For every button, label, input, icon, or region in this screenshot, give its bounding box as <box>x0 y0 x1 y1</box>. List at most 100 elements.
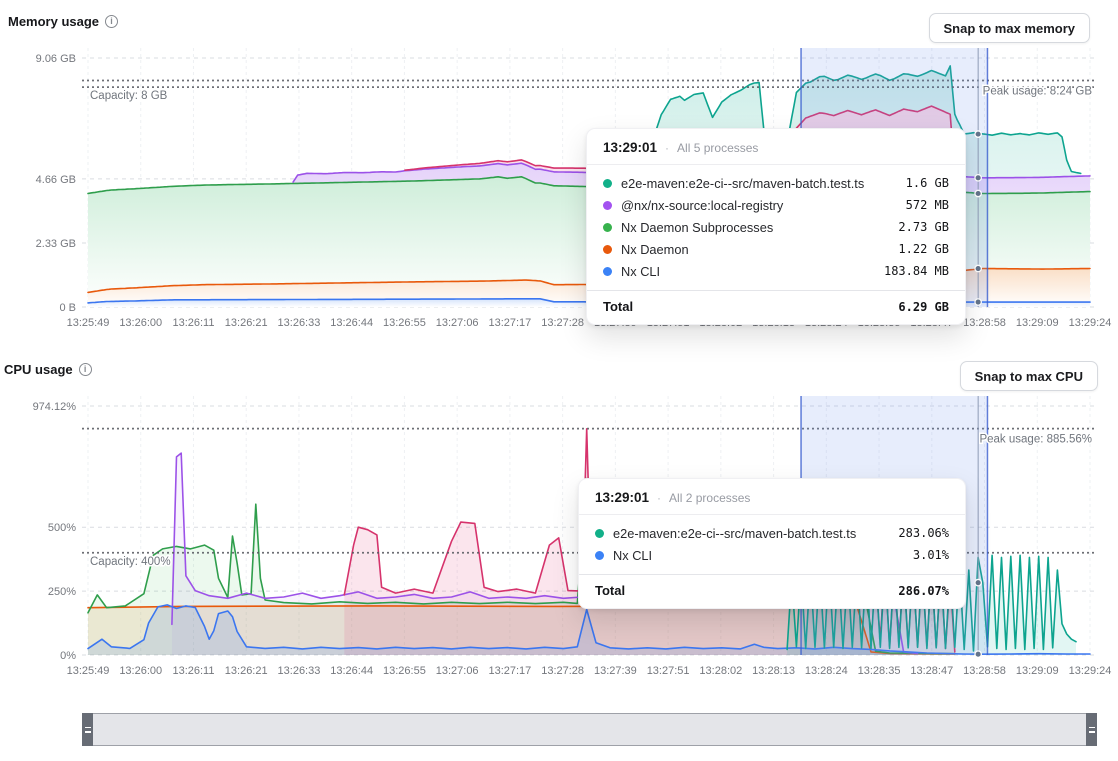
x-axis-tick-label: 13:27:17 <box>488 665 531 677</box>
tooltip-total-value: 286.07% <box>898 584 949 598</box>
tooltip-time: 13:29:01 <box>595 490 649 505</box>
x-axis-tick-label: 13:29:09 <box>1016 665 1059 677</box>
profiler-page: { "memory_section": { "title": "Memory u… <box>0 0 1118 761</box>
x-axis-tick-label: 13:28:13 <box>752 665 795 677</box>
series-color-dot-icon <box>595 529 604 538</box>
series-color-dot-icon <box>603 245 612 254</box>
cpu-tooltip: 13:29:01 · All 2 processes e2e-maven:e2e… <box>578 478 966 609</box>
y-axis-tick-label: 9.06 GB <box>36 53 76 65</box>
y-axis-tick-label: 4.66 GB <box>36 174 76 186</box>
cpu-usage-section: CPU usage Snap to max CPU 13:25:4913:26:… <box>0 348 1118 688</box>
x-axis-tick-label: 13:29:24 <box>1069 317 1112 329</box>
memory-tooltip: 13:29:01 · All 5 processes e2e-maven:e2e… <box>586 128 966 325</box>
x-axis-tick-label: 13:29:09 <box>1016 317 1059 329</box>
x-axis-tick-label: 13:26:44 <box>330 317 373 329</box>
memory-usage-section: Memory usage Snap to max memory 13:25:49… <box>0 0 1118 340</box>
cpu-tooltip-total-row: Total 286.07% <box>579 574 965 608</box>
process-value: 572 MB <box>906 198 949 212</box>
x-axis-tick-label: 13:26:33 <box>278 317 321 329</box>
x-axis-tick-label: 13:27:28 <box>541 665 584 677</box>
process-value: 1.22 GB <box>898 242 949 256</box>
x-axis-tick-label: 13:27:51 <box>647 665 690 677</box>
process-value: 2.73 GB <box>898 220 949 234</box>
x-axis-tick-label: 13:27:39 <box>594 665 637 677</box>
tooltip-separator: · <box>657 491 661 505</box>
x-axis-tick-label: 13:27:06 <box>436 665 479 677</box>
x-axis-tick-label: 13:28:35 <box>858 665 901 677</box>
series-color-dot-icon <box>603 179 612 188</box>
x-axis-tick-label: 13:26:11 <box>172 317 214 329</box>
memory-tooltip-header: 13:29:01 · All 5 processes <box>587 129 965 165</box>
tooltip-total-label: Total <box>603 299 633 314</box>
y-axis-tick-label: 0% <box>60 650 76 662</box>
y-axis-tick-label: 0 B <box>59 302 76 314</box>
tooltip-process-row: Nx Daemon 1.22 GB <box>587 238 965 260</box>
tooltip-total-value: 6.29 GB <box>898 300 949 314</box>
x-axis-tick-label: 13:26:33 <box>278 665 321 677</box>
peak-usage-label: Peak usage: 8.24 GB <box>983 86 1093 98</box>
hover-marker-dot <box>975 175 981 181</box>
process-value: 3.01% <box>913 548 949 562</box>
process-name: Nx CLI <box>613 548 904 563</box>
timeline-brush-track[interactable] <box>82 713 1097 746</box>
y-axis-tick-label: 500% <box>48 522 76 534</box>
process-name: e2e-maven:e2e-ci--src/maven-batch.test.t… <box>613 526 889 541</box>
series-color-dot-icon <box>603 223 612 232</box>
process-name: e2e-maven:e2e-ci--src/maven-batch.test.t… <box>621 176 897 191</box>
x-axis-tick-label: 13:28:02 <box>699 665 742 677</box>
tooltip-process-row: e2e-maven:e2e-ci--src/maven-batch.test.t… <box>587 172 965 194</box>
memory-tooltip-rows: e2e-maven:e2e-ci--src/maven-batch.test.t… <box>587 165 965 290</box>
x-axis-tick-label: 13:26:21 <box>225 665 268 677</box>
y-axis-tick-label: 2.33 GB <box>36 238 76 250</box>
x-axis-tick-label: 13:28:58 <box>963 665 1006 677</box>
tooltip-time: 13:29:01 <box>603 140 657 155</box>
tooltip-process-row: Nx Daemon Subprocesses 2.73 GB <box>587 216 965 238</box>
process-name: @nx/nx-source:local-registry <box>621 198 897 213</box>
x-axis-tick-label: 13:25:49 <box>67 665 110 677</box>
x-axis-tick-label: 13:26:11 <box>172 665 214 677</box>
peak-usage-label: Peak usage: 885.56% <box>979 434 1092 446</box>
x-axis-tick-label: 13:28:47 <box>910 665 953 677</box>
hover-marker-dot <box>975 651 981 657</box>
series-color-dot-icon <box>603 201 612 210</box>
x-axis-tick-label: 13:26:21 <box>225 317 268 329</box>
hover-marker-dot <box>975 299 981 305</box>
x-axis-tick-label: 13:28:58 <box>963 317 1006 329</box>
tooltip-process-row: Nx CLI 183.84 MB <box>587 260 965 282</box>
capacity-label: Capacity: 400% <box>90 556 171 568</box>
tooltip-subtitle: All 5 processes <box>677 141 758 155</box>
tooltip-total-label: Total <box>595 583 625 598</box>
tooltip-separator: · <box>665 141 669 155</box>
brush-handle-left[interactable] <box>82 713 93 746</box>
hover-marker-dot <box>975 190 981 196</box>
hover-marker-dot <box>975 579 981 585</box>
cpu-tooltip-header: 13:29:01 · All 2 processes <box>579 479 965 515</box>
brush-handle-right[interactable] <box>1086 713 1097 746</box>
x-axis-tick-label: 13:26:55 <box>383 317 426 329</box>
tooltip-process-row: e2e-maven:e2e-ci--src/maven-batch.test.t… <box>579 522 965 544</box>
process-name: Nx CLI <box>621 264 875 279</box>
process-name: Nx Daemon <box>621 242 889 257</box>
y-axis-tick-label: 974.12% <box>33 401 77 413</box>
x-axis-tick-label: 13:26:44 <box>330 665 373 677</box>
tooltip-process-row: Nx CLI 3.01% <box>579 544 965 566</box>
x-axis-tick-label: 13:25:49 <box>67 317 110 329</box>
process-value: 183.84 MB <box>884 264 949 278</box>
memory-tooltip-total-row: Total 6.29 GB <box>587 290 965 324</box>
hover-marker-dot <box>975 265 981 271</box>
x-axis-tick-label: 13:28:24 <box>805 665 848 677</box>
process-value: 283.06% <box>898 526 949 540</box>
x-axis-tick-label: 13:29:24 <box>1069 665 1112 677</box>
tooltip-process-row: @nx/nx-source:local-registry 572 MB <box>587 194 965 216</box>
process-name: Nx Daemon Subprocesses <box>621 220 889 235</box>
series-color-dot-icon <box>603 267 612 276</box>
capacity-label: Capacity: 8 GB <box>90 90 168 102</box>
process-value: 1.6 GB <box>906 176 949 190</box>
x-axis-tick-label: 13:27:28 <box>541 317 584 329</box>
x-axis-tick-label: 13:26:55 <box>383 665 426 677</box>
x-axis-tick-label: 13:27:17 <box>488 317 531 329</box>
cpu-tooltip-rows: e2e-maven:e2e-ci--src/maven-batch.test.t… <box>579 515 965 574</box>
series-color-dot-icon <box>595 551 604 560</box>
hover-marker-dot <box>975 131 981 137</box>
x-axis-tick-label: 13:26:00 <box>119 665 162 677</box>
